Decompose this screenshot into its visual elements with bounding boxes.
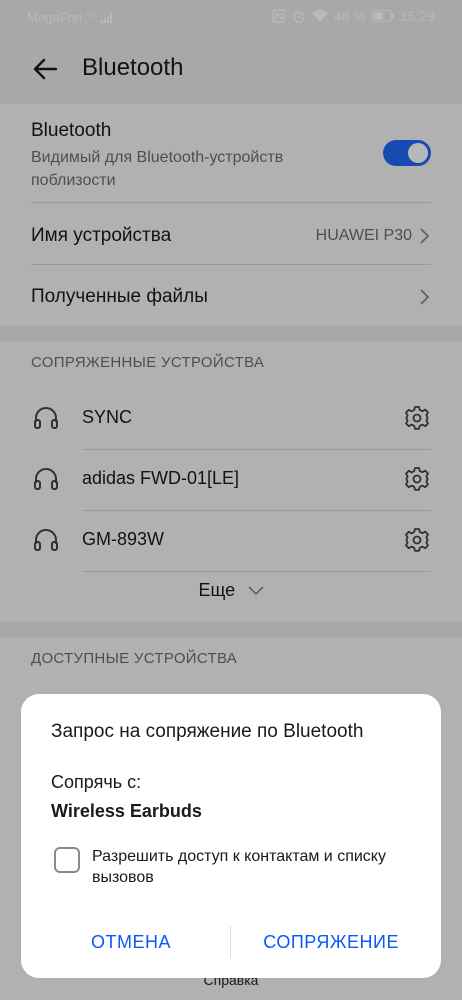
contacts-access-checkbox[interactable] (54, 847, 80, 873)
pairing-device-name: Wireless Earbuds (51, 801, 202, 821)
cancel-button[interactable]: ОТМЕНА (91, 932, 171, 953)
pair-with-label: Сопрячь с: (51, 772, 142, 792)
contacts-access-label[interactable]: Разрешить доступ к контактам и списку вы… (92, 846, 422, 888)
pairing-dialog: Запрос на сопряжение по Bluetooth Сопряч… (21, 694, 441, 978)
dialog-buttons: ОТМЕНА СОПРЯЖЕНИЕ (21, 926, 441, 962)
button-separator (230, 926, 231, 958)
dialog-title: Запрос на сопряжение по Bluetooth (51, 721, 364, 742)
pair-button[interactable]: СОПРЯЖЕНИЕ (263, 932, 399, 953)
